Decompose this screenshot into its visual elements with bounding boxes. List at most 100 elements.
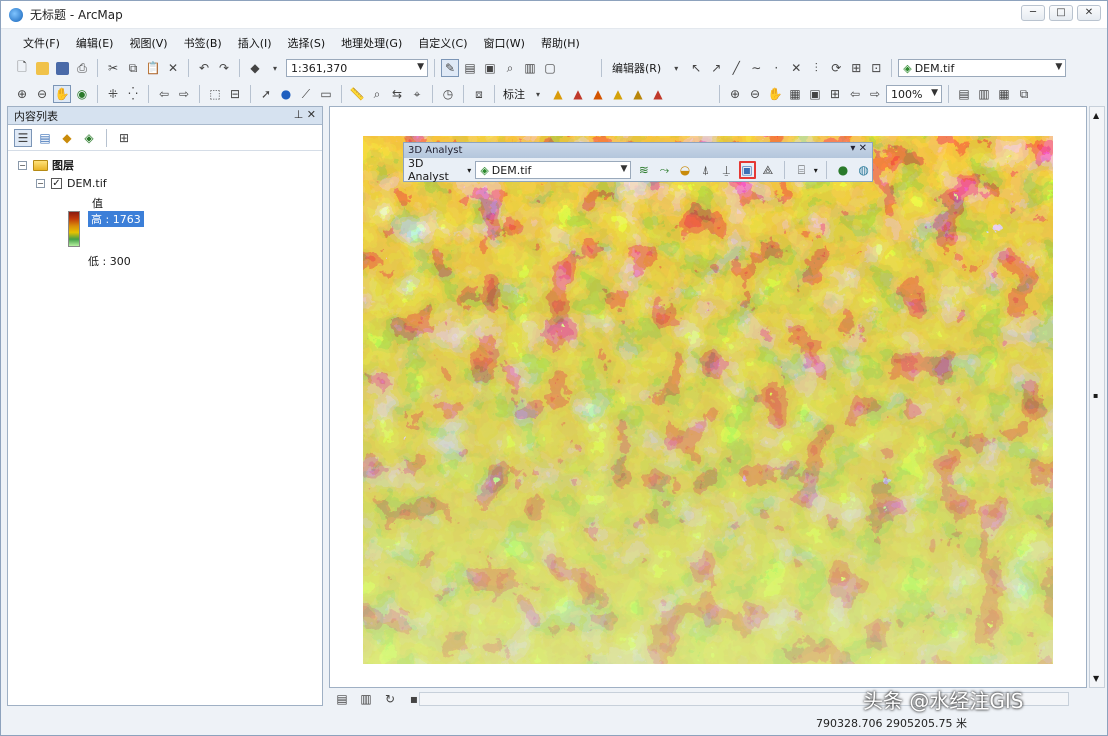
zoom-100-icon[interactable]: ▣	[806, 85, 824, 103]
3d-layer-combo[interactable]: ◈ DEM.tif ▼	[475, 161, 632, 179]
line-of-sight-icon[interactable]: ◒	[677, 161, 694, 179]
steepest-path-icon[interactable]: ⤳	[656, 161, 673, 179]
layout-forward-icon[interactable]: ⇨	[866, 85, 884, 103]
interpolate-line-icon[interactable]: ⍊	[718, 161, 735, 179]
identify-icon[interactable]: ●	[277, 85, 295, 103]
arcscene-graph-icon[interactable]: ⌸	[793, 161, 810, 179]
clear-selection-icon[interactable]: ⊟	[226, 85, 244, 103]
straight-segment-icon[interactable]: ╱	[727, 59, 745, 77]
rotate-icon[interactable]: ⟳	[827, 59, 845, 77]
arcglobe-icon[interactable]: ●	[835, 161, 852, 179]
select-elements-icon[interactable]: ➚	[257, 85, 275, 103]
arcscene-icon[interactable]: ◍	[855, 161, 872, 179]
fixed-layout-zoom-icon[interactable]: ⊞	[826, 85, 844, 103]
select-features-icon[interactable]: ⬚	[206, 85, 224, 103]
zoom-out-icon[interactable]: ⊖	[33, 85, 51, 103]
high-value-label[interactable]: 高 : 1763	[88, 211, 144, 227]
hyperlink-icon[interactable]: ⟋	[297, 85, 315, 103]
minimize-button[interactable]: ─	[1021, 5, 1045, 21]
list-by-source-icon[interactable]: ▤	[36, 129, 54, 147]
collapse-icon[interactable]: −	[36, 179, 45, 188]
menu-customize[interactable]: 自定义(C)	[410, 35, 475, 51]
trace-icon[interactable]: ∼	[747, 59, 765, 77]
menu-selection[interactable]: 选择(S)	[280, 35, 334, 51]
html-popup-icon[interactable]: ▭	[317, 85, 335, 103]
3d-analyst-titlebar[interactable]: 3D Analyst ▾ ✕	[404, 143, 872, 158]
find-icon[interactable]: ⌕	[368, 85, 386, 103]
chevron-down-icon[interactable]: ▾	[467, 166, 471, 175]
create-viewer-icon[interactable]: ⧈	[470, 85, 488, 103]
menu-edit[interactable]: 编辑(E)	[68, 35, 122, 51]
lock-labels-icon[interactable]: ▲	[609, 85, 627, 103]
new-document-icon[interactable]: 🗋	[13, 59, 31, 77]
attributes-icon[interactable]: ⊞	[847, 59, 865, 77]
menu-help[interactable]: 帮助(H)	[533, 35, 588, 51]
editor-toolbar-icon[interactable]: ✎	[441, 59, 459, 77]
catalog-icon[interactable]: ▣	[481, 59, 499, 77]
list-by-drawing-order-icon[interactable]: ☰	[14, 128, 32, 147]
sketch-properties-icon[interactable]: ⊡	[867, 59, 885, 77]
delete-icon[interactable]: ✕	[164, 59, 182, 77]
full-extent-icon[interactable]: ◉	[73, 85, 91, 103]
fixed-zoom-out-icon[interactable]: ⁛	[124, 85, 142, 103]
data-view-icon[interactable]: ▤	[333, 690, 351, 708]
find-route-icon[interactable]: ⇆	[388, 85, 406, 103]
profile-graph-icon[interactable]: ⟁	[760, 161, 777, 179]
menu-view[interactable]: 视图(V)	[121, 35, 175, 51]
arctoolbox-icon[interactable]: ▥	[521, 59, 539, 77]
list-by-visibility-icon[interactable]: ◆	[58, 129, 76, 147]
print-icon[interactable]: ⎙	[73, 59, 91, 77]
maximize-button[interactable]: □	[1049, 5, 1073, 21]
paste-icon[interactable]: 📋	[144, 59, 162, 77]
copy-icon[interactable]: ⧉	[124, 59, 142, 77]
vertical-scrollbar[interactable]: ▲ ▪ ▼	[1089, 106, 1105, 688]
toc-options-icon[interactable]: ⊞	[115, 129, 133, 147]
scroll-down-icon[interactable]: ▼	[1093, 674, 1099, 683]
pause-labeling-icon[interactable]: ▲	[629, 85, 647, 103]
refresh-icon[interactable]: ↻	[381, 690, 399, 708]
scroll-up-icon[interactable]: ▲	[1093, 111, 1099, 120]
menu-windows[interactable]: 窗口(W)	[476, 35, 533, 51]
split-icon[interactable]: ⫶	[807, 59, 825, 77]
edit-tool-icon[interactable]: ↖	[687, 59, 705, 77]
layer-dem[interactable]: − ✓ DEM.tif	[36, 177, 107, 190]
back-extent-icon[interactable]: ⇦	[155, 85, 173, 103]
pan-icon[interactable]: ✋	[53, 85, 71, 103]
undo-icon[interactable]: ↶	[195, 59, 213, 77]
focus-frame-icon[interactable]: ▥	[975, 85, 993, 103]
chevron-down-icon[interactable]: ▾	[814, 166, 818, 175]
interpolate-point-icon[interactable]: ⍋	[697, 161, 714, 179]
label-priority-icon[interactable]: ▲	[569, 85, 587, 103]
open-folder-icon[interactable]	[33, 59, 51, 77]
close-button[interactable]: ✕	[1077, 5, 1101, 21]
menu-insert[interactable]: 插入(I)	[230, 35, 280, 51]
editor-menu[interactable]: 编辑器(R)	[608, 60, 665, 76]
layer-combo[interactable]: ◈ DEM.tif ▼	[898, 59, 1067, 77]
time-slider-icon[interactable]: ◷	[439, 85, 457, 103]
labeling-dropdown-icon[interactable]: ▾	[529, 85, 547, 103]
change-layout-icon[interactable]: ▦	[995, 85, 1013, 103]
collapse-icon[interactable]: −	[18, 160, 27, 170]
edit-annotation-icon[interactable]: ↗	[707, 59, 725, 77]
layout-zoom-in-icon[interactable]: ⊕	[726, 85, 744, 103]
3d-analyst-close[interactable]: ▾ ✕	[850, 143, 867, 154]
layout-pan-icon[interactable]: ✋	[766, 85, 784, 103]
add-data-dropdown-icon[interactable]: ▾	[266, 59, 284, 77]
create-contour-icon[interactable]: ≋	[635, 161, 652, 179]
python-icon[interactable]: ▢	[541, 59, 559, 77]
labeling-menu[interactable]: 标注	[501, 86, 527, 102]
menu-geoprocessing[interactable]: 地理处理(G)	[333, 35, 410, 51]
layer-visibility-checkbox[interactable]: ✓	[51, 178, 62, 189]
label-manager-icon[interactable]: ▲	[549, 85, 567, 103]
zoom-combo[interactable]: 100% ▼	[886, 85, 942, 103]
list-by-selection-icon[interactable]: ◈	[80, 129, 98, 147]
forward-extent-icon[interactable]: ⇨	[175, 85, 193, 103]
zoom-in-icon[interactable]: ⊕	[13, 85, 31, 103]
cut-polygon-icon[interactable]: ✕	[787, 59, 805, 77]
interpolate-polygon-icon[interactable]: ▣	[738, 161, 756, 179]
menu-file[interactable]: 文件(F)	[15, 35, 68, 51]
view-unplaced-icon[interactable]: ▲	[649, 85, 667, 103]
label-weight-icon[interactable]: ▲	[589, 85, 607, 103]
data-driven-pages-icon[interactable]: ⧉	[1015, 85, 1033, 103]
3d-analyst-menu[interactable]: 3D Analyst	[408, 157, 463, 183]
